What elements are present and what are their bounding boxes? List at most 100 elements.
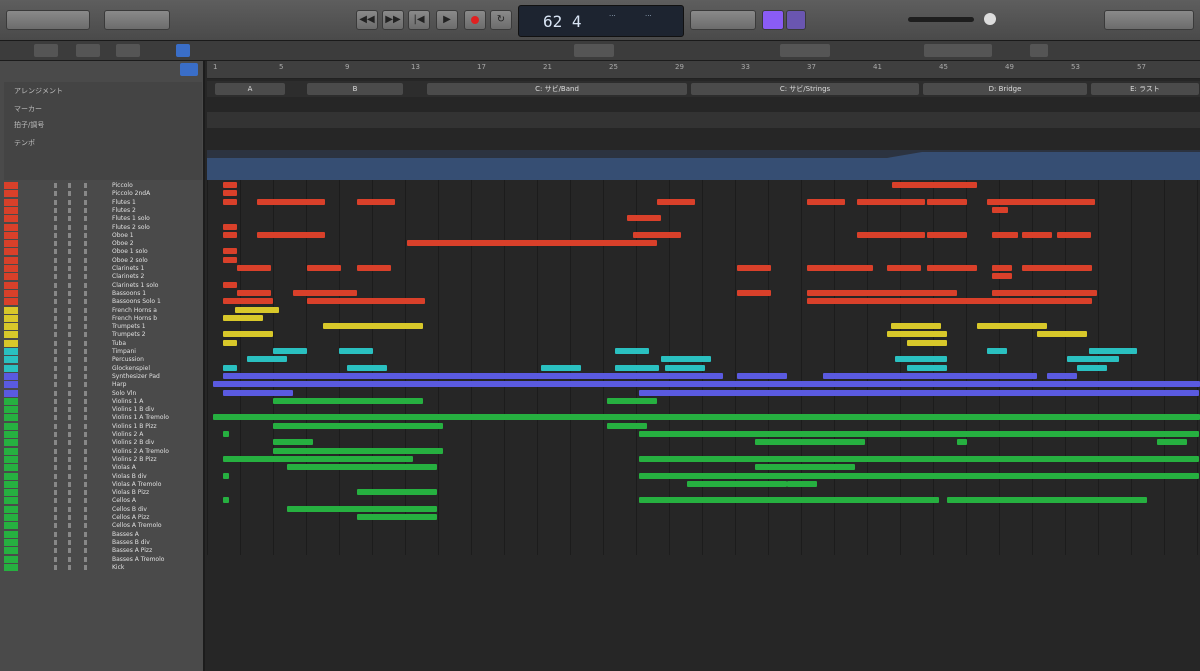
track-button[interactable] (68, 216, 71, 222)
track-button[interactable] (54, 548, 57, 554)
region[interactable] (273, 447, 443, 454)
region[interactable] (992, 298, 1092, 305)
track-button[interactable] (68, 373, 71, 379)
track-button[interactable] (84, 481, 87, 487)
track-header[interactable]: Cellos A Tremolo (4, 522, 202, 530)
track-button[interactable] (54, 539, 57, 545)
track-button[interactable] (84, 224, 87, 230)
region[interactable] (737, 289, 771, 296)
track-header[interactable]: Trumpets 2 (4, 331, 202, 339)
region[interactable] (273, 439, 313, 446)
track-header[interactable]: Violas B div (4, 472, 202, 480)
region[interactable] (639, 455, 1199, 462)
track-button[interactable] (54, 349, 57, 354)
region[interactable] (213, 381, 1200, 388)
zoom-icon[interactable] (1030, 44, 1048, 57)
track-button[interactable] (84, 232, 87, 238)
track-header[interactable]: Violins 2 A Tremolo (4, 447, 202, 455)
region[interactable] (223, 190, 237, 197)
track-button[interactable] (54, 531, 57, 537)
track-button[interactable] (84, 324, 87, 330)
track-header[interactable]: Violins 1 B Pizz (4, 422, 202, 430)
track-button[interactable] (54, 440, 57, 446)
track-button[interactable] (68, 423, 71, 429)
region[interactable] (273, 422, 443, 429)
track-button[interactable] (68, 432, 71, 437)
track-button[interactable] (68, 506, 71, 512)
region[interactable] (237, 265, 271, 271)
track-header[interactable]: Timpani (4, 348, 202, 355)
track-button[interactable] (54, 340, 57, 346)
region[interactable] (223, 339, 237, 346)
track-button[interactable] (54, 415, 57, 421)
track-button[interactable] (84, 432, 87, 437)
region[interactable] (357, 198, 395, 205)
track-button[interactable] (84, 407, 87, 413)
track-header[interactable]: Violins 2 B div (4, 439, 202, 447)
track-button[interactable] (68, 249, 71, 255)
region[interactable] (223, 497, 229, 504)
functions-menu[interactable] (76, 44, 100, 57)
region[interactable] (887, 265, 921, 271)
region[interactable] (257, 198, 325, 205)
track-header[interactable]: Percussion (4, 356, 202, 364)
marker[interactable]: C: サビ/Strings (691, 83, 919, 95)
track-button[interactable] (54, 249, 57, 255)
fast-forward-icon[interactable]: ▶▶ (382, 10, 404, 30)
metronome-icon[interactable] (786, 10, 806, 30)
region[interactable] (887, 331, 947, 338)
track-button[interactable] (84, 307, 87, 313)
track-header[interactable]: Clarinets 1 solo (4, 281, 202, 289)
track-button[interactable] (68, 490, 71, 496)
track-header[interactable]: Violins 1 A (4, 397, 202, 405)
track-button[interactable] (68, 548, 71, 554)
track-button[interactable] (68, 257, 71, 263)
track-button[interactable] (68, 183, 71, 188)
track-button[interactable] (54, 232, 57, 238)
track-button[interactable] (84, 423, 87, 429)
track-button[interactable] (54, 257, 57, 263)
region[interactable] (1022, 265, 1092, 271)
track-header[interactable]: Cellos A Pizz (4, 514, 202, 521)
track-header[interactable]: French Horns b (4, 314, 202, 322)
region[interactable] (607, 422, 647, 429)
track-button[interactable] (84, 357, 87, 363)
track-header[interactable]: Basses B div (4, 538, 202, 546)
track-button[interactable] (84, 373, 87, 379)
track-button[interactable] (84, 398, 87, 404)
region[interactable] (223, 248, 237, 255)
track-header[interactable]: Clarinets 1 (4, 265, 202, 272)
region[interactable] (235, 306, 279, 313)
track-button[interactable] (68, 290, 71, 296)
track-button[interactable] (84, 282, 87, 288)
track-button[interactable] (68, 415, 71, 421)
track-button[interactable] (84, 349, 87, 354)
track-button[interactable] (68, 365, 71, 371)
region[interactable] (1077, 364, 1107, 371)
track-button[interactable] (84, 257, 87, 263)
track-header[interactable]: Violins 2 B Pizz (4, 455, 202, 463)
track-button[interactable] (54, 556, 57, 562)
track-header[interactable]: Cellos A (4, 497, 202, 505)
track-button[interactable] (84, 390, 87, 396)
track-button[interactable] (68, 232, 71, 238)
track-button[interactable] (54, 523, 57, 529)
track-button[interactable] (54, 266, 57, 271)
track-button[interactable] (84, 290, 87, 296)
track-button[interactable] (84, 498, 87, 504)
track-header[interactable]: Glockenspiel (4, 364, 202, 372)
track-button[interactable] (68, 390, 71, 396)
region[interactable] (223, 389, 293, 396)
track-button[interactable] (54, 315, 57, 321)
track-button[interactable] (84, 440, 87, 446)
track-button[interactable] (54, 465, 57, 471)
track-button[interactable] (84, 207, 87, 213)
track-button[interactable] (54, 183, 57, 188)
region[interactable] (1089, 348, 1137, 354)
region[interactable] (639, 431, 1199, 437)
track-button[interactable] (84, 539, 87, 545)
track-button[interactable] (68, 531, 71, 537)
region[interactable] (992, 289, 1032, 296)
track-button[interactable] (54, 274, 57, 280)
region[interactable] (957, 439, 967, 446)
